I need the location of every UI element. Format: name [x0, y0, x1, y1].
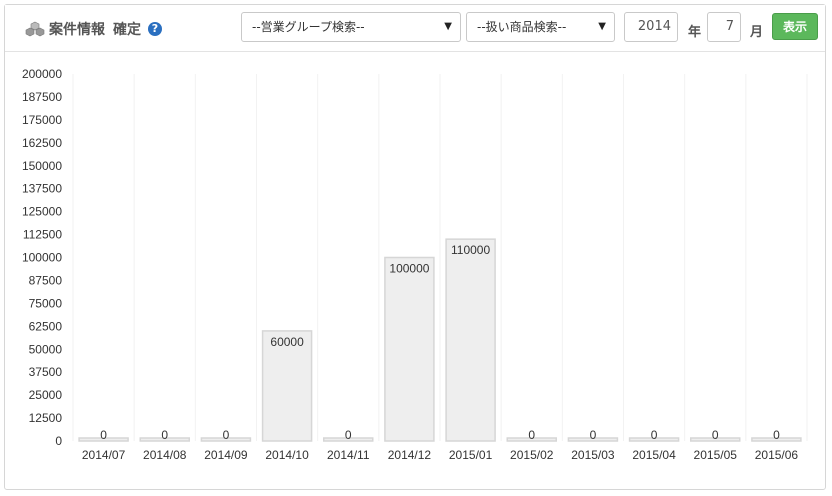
x-tick-label: 2014/10: [265, 448, 309, 462]
bar: [445, 238, 496, 442]
bar-chart: 0 12500 25000 37500 50000 62500 75000 87500 1000…: [22, 67, 808, 462]
y-tick-label: 175000: [22, 113, 62, 127]
y-tick-label: 200000: [22, 67, 62, 81]
data-label: 100000: [389, 262, 429, 276]
data-label: 0: [100, 428, 107, 442]
y-tick-label: 37500: [29, 365, 63, 379]
y-tick-label: 150000: [22, 159, 62, 173]
x-tick-label: 2015/05: [694, 448, 738, 462]
y-tick-label: 75000: [29, 296, 63, 310]
y-tick-label: 12500: [29, 411, 63, 425]
x-tick-label: 2015/06: [755, 448, 799, 462]
chart-panel: 案件情報 確定 ? --営業グループ検索-- ▼ --扱い商品検索-- ▼ 20…: [4, 4, 826, 490]
y-tick-label: 100000: [22, 251, 62, 265]
data-label: 0: [712, 428, 719, 442]
y-tick-label: 125000: [22, 205, 62, 219]
x-tick-label: 2014/09: [204, 448, 248, 462]
data-label: 0: [651, 428, 658, 442]
y-tick-label: 137500: [22, 182, 62, 196]
y-tick-label: 87500: [29, 273, 63, 287]
data-label: 0: [223, 428, 230, 442]
data-label: 110000: [451, 243, 490, 257]
x-tick-label: 2015/01: [449, 448, 493, 462]
y-tick-label: 162500: [22, 136, 62, 150]
x-tick-label: 2015/03: [571, 448, 615, 462]
x-tick-label: 2014/11: [327, 448, 370, 462]
x-tick-label: 2014/08: [143, 448, 187, 462]
y-tick-label: 62500: [29, 319, 63, 333]
data-label: 0: [773, 428, 780, 442]
data-label: 0: [590, 428, 597, 442]
y-tick-label: 0: [55, 434, 62, 448]
x-tick-label: 2014/12: [388, 448, 432, 462]
data-label: 60000: [270, 335, 304, 349]
y-tick-label: 112500: [23, 228, 62, 242]
data-label: 0: [161, 428, 168, 442]
data-label: 0: [345, 428, 352, 442]
x-tick-label: 2015/04: [632, 448, 676, 462]
data-label: 0: [528, 428, 535, 442]
y-tick-label: 187500: [22, 90, 62, 104]
y-tick-label: 50000: [29, 342, 63, 356]
y-tick-label: 25000: [29, 388, 63, 402]
x-tick-label: 2015/02: [510, 448, 554, 462]
x-tick-label: 2014/07: [82, 448, 126, 462]
bar: [384, 256, 435, 442]
